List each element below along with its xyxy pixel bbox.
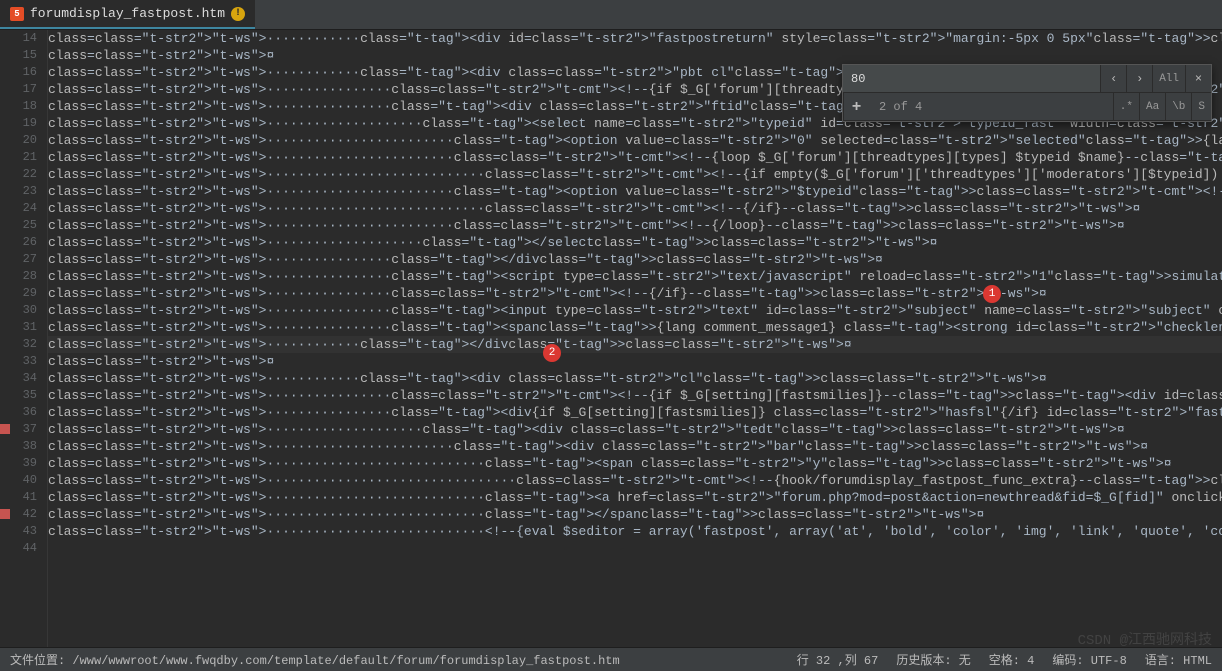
code-line[interactable]: class=class="t-str2">"t-ws">············…: [48, 149, 1222, 166]
find-panel: ‹ › All × + 2 of 4 .* Aa \b S: [842, 64, 1212, 122]
find-case-toggle[interactable]: Aa: [1139, 93, 1165, 120]
code-line[interactable]: class=class="t-str2">"t-ws">············…: [48, 302, 1222, 319]
find-all-toggle[interactable]: All: [1152, 65, 1185, 92]
code-line[interactable]: class=class="t-str2">"t-ws">············…: [48, 234, 1222, 251]
code-line[interactable]: class=class="t-str2">"t-ws">············…: [48, 336, 1222, 353]
code-line[interactable]: class=class="t-str2">"t-ws">············…: [48, 421, 1222, 438]
status-path-label: 文件位置:: [10, 654, 65, 668]
code-line[interactable]: class=class="t-str2">"t-ws">············…: [48, 200, 1222, 217]
code-line[interactable]: class=class="t-str2">"t-ws">············…: [48, 319, 1222, 336]
code-line[interactable]: class=class="t-str2">"t-ws">············…: [48, 30, 1222, 47]
code-line[interactable]: class=class="t-str2">"t-ws">············…: [48, 523, 1222, 540]
code-line[interactable]: class=class="t-str2">"t-ws">············…: [48, 455, 1222, 472]
code-line[interactable]: class=class="t-str2">"t-ws">············…: [48, 472, 1222, 489]
code-line[interactable]: class=class="t-str2">"t-ws">············…: [48, 506, 1222, 523]
tab-filename: forumdisplay_fastpost.htm: [30, 6, 225, 21]
code-line[interactable]: class=class="t-str2">"t-ws">¤: [48, 47, 1222, 64]
editor: 1415161718192021222324252627282930313233…: [0, 30, 1222, 647]
find-expand-button[interactable]: +: [843, 93, 869, 120]
code-line[interactable]: class=class="t-str2">"t-ws">············…: [48, 285, 1222, 302]
file-tab[interactable]: 5 forumdisplay_fastpost.htm !: [0, 0, 255, 29]
annotation-marker-2: 2: [543, 344, 561, 362]
find-input[interactable]: [843, 65, 1100, 92]
code-line[interactable]: class=class="t-str2">"t-ws">············…: [48, 268, 1222, 285]
code-line[interactable]: class=class="t-str2">"t-ws">············…: [48, 387, 1222, 404]
code-line[interactable]: class=class="t-str2">"t-ws">············…: [48, 132, 1222, 149]
status-encoding[interactable]: 编码: UTF-8: [1052, 651, 1126, 668]
code-line[interactable]: class=class="t-str2">"t-ws">············…: [48, 489, 1222, 506]
status-bar: 文件位置: /www/wwwroot/www.fwqdby.com/templa…: [0, 647, 1222, 671]
code-line[interactable]: class=class="t-str2">"t-ws">············…: [48, 166, 1222, 183]
find-result-count: 2 of 4: [869, 100, 1113, 114]
find-prev-button[interactable]: ‹: [1100, 65, 1126, 92]
status-cursor[interactable]: 行 32 ,列 67: [797, 651, 879, 668]
tab-bar: 5 forumdisplay_fastpost.htm !: [0, 0, 1222, 30]
code-line[interactable]: class=class="t-str2">"t-ws">············…: [48, 217, 1222, 234]
code-line[interactable]: class=class="t-str2">"t-ws">············…: [48, 404, 1222, 421]
find-s-toggle[interactable]: S: [1191, 93, 1211, 120]
status-indent[interactable]: 空格: 4: [989, 651, 1035, 668]
find-regex-toggle[interactable]: .*: [1113, 93, 1139, 120]
find-word-toggle[interactable]: \b: [1165, 93, 1191, 120]
code-area[interactable]: 1 2 class=class="t-str2">"t-ws">········…: [48, 30, 1222, 647]
error-marker-icon[interactable]: [0, 424, 10, 434]
code-line[interactable]: class=class="t-str2">"t-ws">············…: [48, 438, 1222, 455]
line-gutter: 1415161718192021222324252627282930313233…: [0, 30, 48, 647]
status-language[interactable]: 语言: HTML: [1145, 651, 1212, 668]
status-path: /www/wwwroot/www.fwqdby.com/template/def…: [72, 654, 619, 668]
warning-icon: !: [231, 7, 245, 21]
annotation-marker-1: 1: [983, 285, 1001, 303]
code-line[interactable]: class=class="t-str2">"t-ws">············…: [48, 370, 1222, 387]
error-marker-icon[interactable]: [0, 509, 10, 519]
status-history[interactable]: 历史版本: 无: [896, 651, 970, 668]
code-line[interactable]: class=class="t-str2">"t-ws">············…: [48, 183, 1222, 200]
find-next-button[interactable]: ›: [1126, 65, 1152, 92]
html5-icon: 5: [10, 7, 24, 21]
find-close-button[interactable]: ×: [1185, 65, 1211, 92]
code-line[interactable]: class=class="t-str2">"t-ws">¤: [48, 353, 1222, 370]
code-line[interactable]: class=class="t-str2">"t-ws">············…: [48, 251, 1222, 268]
